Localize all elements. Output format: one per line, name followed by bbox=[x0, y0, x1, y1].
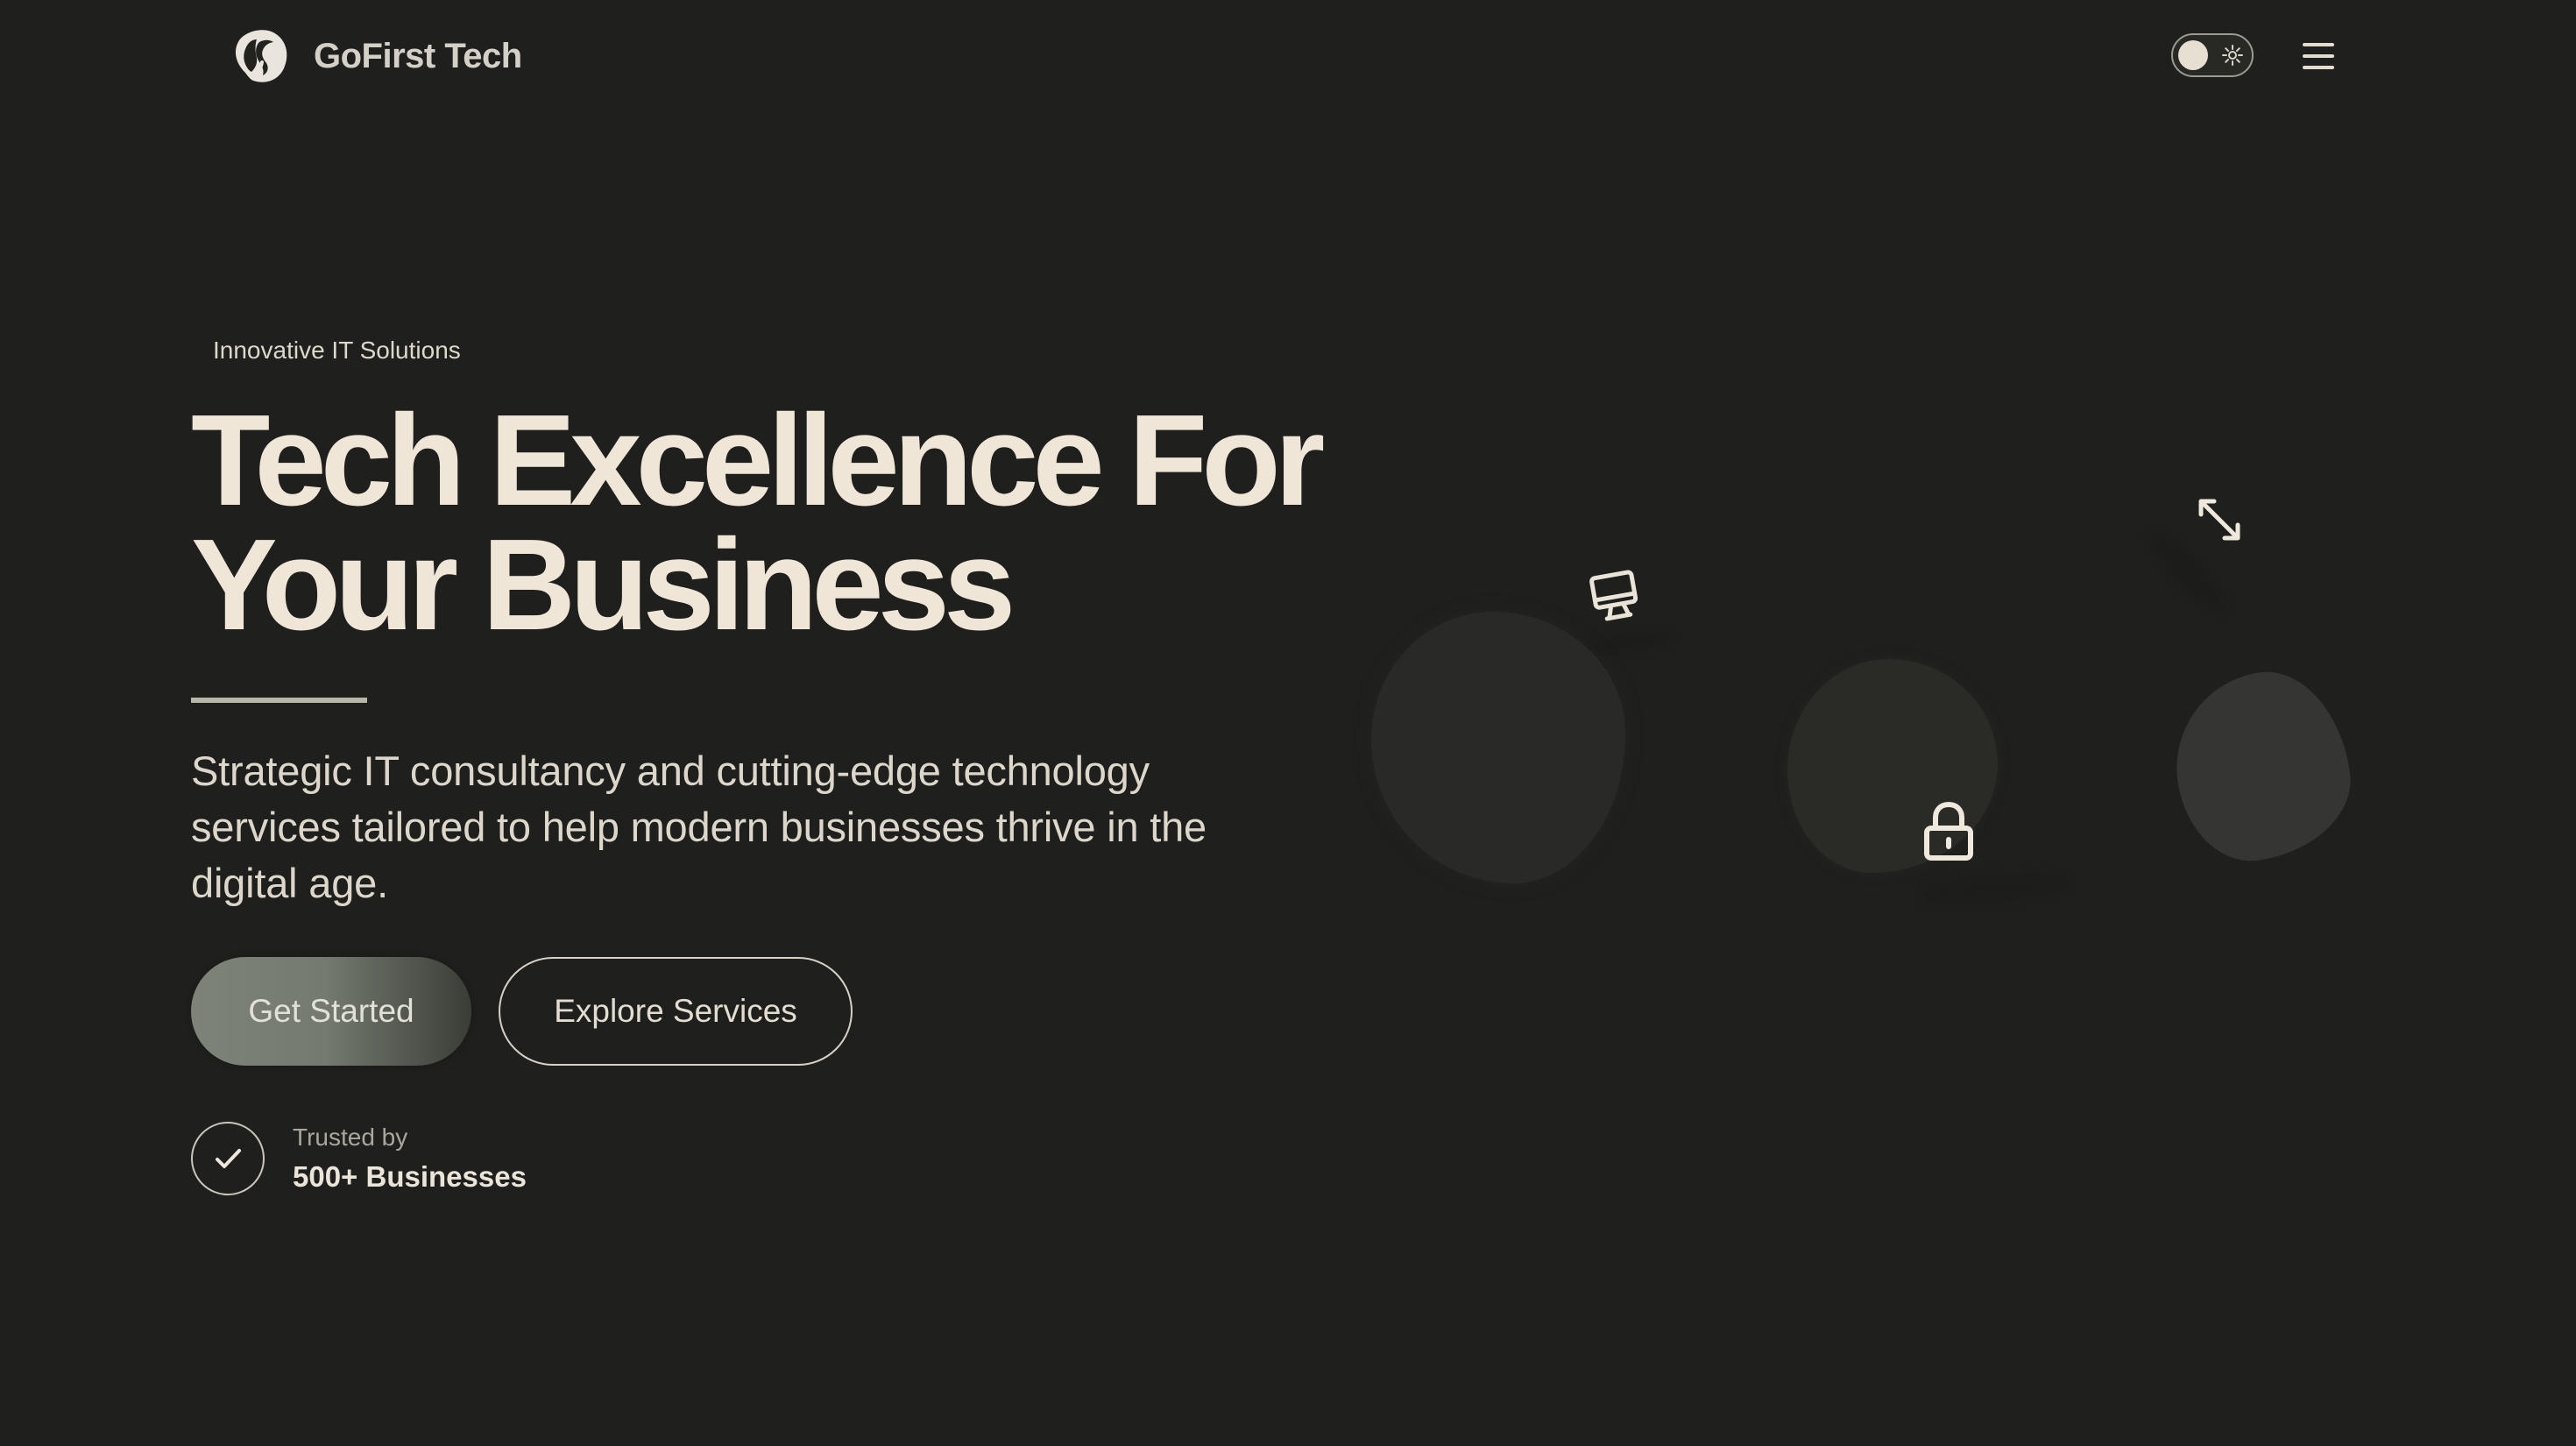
hero-description: Strategic IT consultancy and cutting-edg… bbox=[191, 748, 1207, 906]
hero-eyebrow: Innovative IT Solutions bbox=[213, 337, 461, 364]
decorative-blob bbox=[2164, 662, 2360, 870]
hero-section: Innovative IT Solutions Tech Excellence … bbox=[191, 0, 1374, 1446]
get-started-button[interactable]: Get Started bbox=[191, 957, 471, 1066]
trust-check-badge bbox=[191, 1122, 265, 1195]
toggle-knob bbox=[2178, 40, 2208, 70]
theme-toggle[interactable] bbox=[2171, 33, 2254, 77]
sun-icon bbox=[2222, 45, 2243, 66]
cta-button-group: Get Started Explore Services bbox=[191, 957, 980, 1066]
hamburger-menu-line bbox=[2303, 66, 2334, 69]
checkmark-icon bbox=[216, 1149, 241, 1168]
trust-count: 500+ Businesses bbox=[293, 1160, 527, 1193]
lock-shadow bbox=[1917, 867, 2073, 911]
decorative-blob bbox=[1371, 612, 1625, 883]
explore-services-button[interactable]: Explore Services bbox=[499, 957, 853, 1066]
hero-headline: Tech Excellence For Your Business bbox=[191, 388, 1374, 657]
monitor-icon bbox=[1589, 570, 1638, 621]
trust-label: Trusted by bbox=[293, 1123, 408, 1151]
hero-illustration bbox=[1349, 456, 2383, 946]
trust-indicator: Trusted by 500+ Businesses bbox=[191, 1122, 629, 1197]
lock-icon bbox=[1924, 802, 1973, 861]
headline-divider bbox=[191, 698, 367, 703]
headline-line-1: Tech Excellence For bbox=[191, 388, 1325, 533]
hamburger-menu-line bbox=[2303, 54, 2334, 58]
diagonal-arrows-icon bbox=[2198, 499, 2240, 541]
menu-button[interactable] bbox=[2297, 37, 2339, 75]
headline-line-2: Your Business bbox=[191, 513, 1016, 657]
hamburger-menu-icon bbox=[2303, 43, 2334, 46]
